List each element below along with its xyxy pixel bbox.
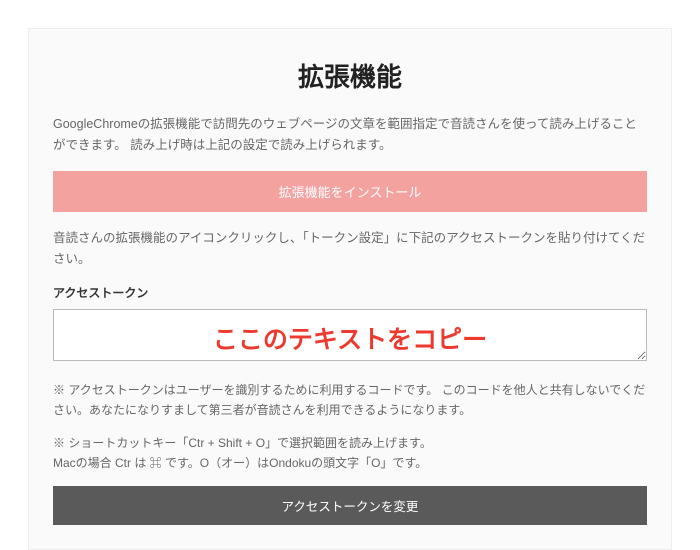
shortcut-note: ※ ショートカットキー「Ctr + Shift + O」で選択範囲を読み上げます… <box>53 433 647 474</box>
token-instruction: 音読さんの拡張機能のアイコンクリックし、「トークン設定」に下記のアクセストークン… <box>53 228 647 271</box>
access-token-label: アクセストークン <box>53 284 647 301</box>
token-warning-note: ※ アクセストークンはユーザーを識別するために利用するコードです。 このコードを… <box>53 380 647 421</box>
extension-settings-card: 拡張機能 GoogleChromeの拡張機能で訪問先のウェブページの文章を範囲指… <box>28 28 672 550</box>
change-token-button[interactable]: アクセストークンを変更 <box>53 486 647 525</box>
access-token-container: ここのテキストをコピー <box>53 309 647 366</box>
page-title: 拡張機能 <box>53 57 647 94</box>
install-extension-button[interactable]: 拡張機能をインストール <box>53 171 647 212</box>
access-token-input[interactable] <box>53 309 647 361</box>
extension-description: GoogleChromeの拡張機能で訪問先のウェブページの文章を範囲指定で音読さ… <box>53 114 647 157</box>
